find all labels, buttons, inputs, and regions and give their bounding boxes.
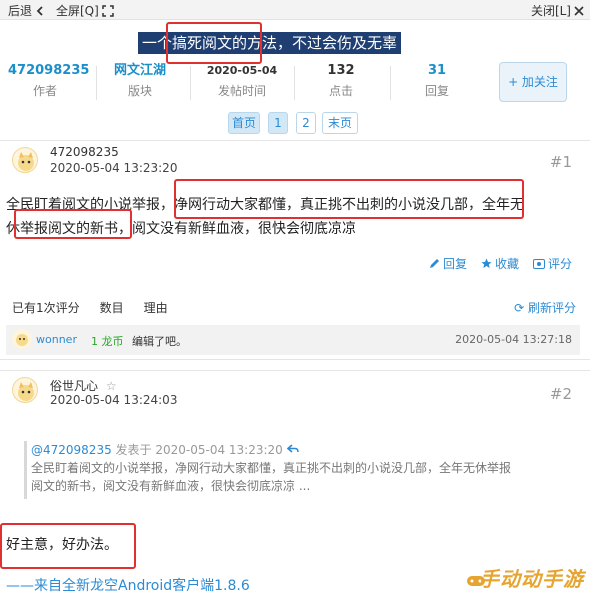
thread-page: 一个搞死阅文的方法，不过会伤及无辜 472098235 作者 网文江湖 版块 2… — [0, 20, 590, 596]
back-label: 后退 — [8, 4, 33, 18]
star-outline-icon: ☆ — [105, 379, 117, 393]
rating-row: wonner 1 龙币 编辑了吧。 2020-05-04 13:27:18 — [6, 325, 580, 355]
floor-number: #1 — [549, 153, 572, 171]
clicks-count: 132 — [327, 63, 355, 78]
rating-reason: 编辑了吧。 — [132, 335, 187, 348]
fullscreen-label: 全屏[Q] — [56, 4, 99, 18]
rating-col-reason: 理由 — [143, 301, 168, 315]
stat-post-time: 2020-05-04 发帖时间 — [204, 62, 280, 99]
follow-button[interactable]: + 加关注 — [499, 62, 567, 102]
favorite-label: 收藏 — [494, 257, 519, 271]
quote-line: 阅文的新书，阅文没有新鲜血液，很快会彻底凉凉 ... — [31, 479, 311, 493]
board-label: 版块 — [127, 84, 152, 98]
post-username[interactable]: 俗世凡心 ☆ — [50, 377, 117, 394]
star-icon — [481, 258, 492, 268]
author-label: 作者 — [32, 84, 57, 98]
cat-avatar-icon — [16, 334, 28, 346]
back-button[interactable]: 后退 — [8, 2, 45, 19]
page-first[interactable]: 首页 — [228, 112, 260, 134]
rating-time: 2020-05-04 13:27:18 — [455, 333, 572, 346]
username-text: 俗世凡心 — [50, 379, 99, 393]
avatar[interactable] — [12, 377, 38, 403]
refresh-label: 刷新评分 — [527, 301, 576, 315]
highlight-box — [14, 209, 132, 239]
fullscreen-button[interactable]: 全屏[Q] — [56, 2, 114, 19]
highlight-box — [174, 179, 524, 219]
post-2: 俗世凡心 ☆ 2020-05-04 13:24:03 #2 @472098235… — [0, 370, 590, 596]
post-username[interactable]: 472098235 — [50, 145, 119, 159]
page-last[interactable]: 末页 — [322, 112, 358, 134]
pagination: 首页 1 2 末页 — [0, 112, 590, 134]
quote-user[interactable]: @472098235 — [31, 443, 112, 457]
rate-button[interactable]: 评分 — [532, 255, 572, 272]
toolbar: 后退 全屏[Q] 关闭[L] — [0, 0, 590, 20]
highlight-box — [166, 22, 262, 64]
quote-line: 全民盯着阅文的小说举报，净网行动大家都懂，真正挑不出刺的小说没几部，全年无休举报 — [31, 461, 512, 475]
rater-avatar[interactable] — [12, 329, 32, 349]
highlight-box — [0, 523, 136, 569]
rating-col-amount: 数目 — [99, 301, 124, 315]
rating-header: 已有1次评分 数目 理由 — [12, 299, 168, 316]
quote-header: @472098235 发表于 2020-05-04 13:23:20 — [31, 441, 574, 459]
author-id: 472098235 — [8, 63, 90, 78]
divider — [294, 66, 295, 100]
favorite-button[interactable]: 收藏 — [481, 255, 519, 272]
close-icon — [574, 5, 584, 16]
client-signature[interactable]: ——来自全新龙空Android客户端1.8.6 — [6, 575, 250, 595]
post-time: 2020-05-04 13:24:03 — [50, 393, 178, 407]
divider — [190, 66, 191, 100]
chevron-left-icon — [36, 5, 43, 16]
post-actions: 回复 收藏 评分 — [429, 255, 572, 272]
pencil-icon — [429, 259, 439, 268]
post-1: 472098235 2020-05-04 13:23:20 #1 全民盯着阅文的… — [0, 140, 590, 360]
cat-avatar-icon — [18, 382, 34, 401]
refresh-icon: ⟳ — [514, 301, 525, 315]
rate-icon — [532, 258, 545, 269]
floor-number: #2 — [549, 385, 572, 403]
replies-count: 31 — [427, 63, 447, 78]
quote-meta: 发表于 2020-05-04 13:23:20 — [115, 443, 283, 457]
board-name: 网文江湖 — [113, 63, 166, 78]
cat-avatar-icon — [18, 152, 34, 171]
stat-author[interactable]: 472098235 作者 — [8, 62, 90, 99]
stat-clicks: 132 点击 — [306, 62, 376, 99]
divider — [390, 66, 391, 100]
post-time: 2020-05-04 — [206, 64, 278, 77]
page-2[interactable]: 2 — [296, 112, 316, 134]
rating-summary: 已有1次评分 — [12, 301, 80, 315]
stat-board[interactable]: 网文江湖 版块 — [106, 62, 174, 99]
rate-label: 评分 — [547, 257, 572, 271]
close-label: 关闭[L] — [530, 4, 571, 18]
replies-label: 回复 — [424, 84, 449, 98]
reply-label: 回复 — [442, 257, 467, 271]
refresh-rating-button[interactable]: ⟳ 刷新评分 — [514, 299, 576, 316]
reply-button[interactable]: 回复 — [429, 255, 467, 272]
quoted-reply: @472098235 发表于 2020-05-04 13:23:20 全民盯着阅… — [24, 441, 574, 499]
post-time-label: 发帖时间 — [217, 84, 266, 98]
avatar[interactable] — [12, 147, 38, 173]
expand-icon — [102, 4, 114, 17]
watermark-logo: 手动动手游 — [479, 567, 584, 591]
page-1[interactable]: 1 — [268, 112, 288, 134]
divider — [96, 66, 97, 100]
reply-arrow-icon[interactable] — [286, 444, 299, 454]
clicks-label: 点击 — [328, 84, 353, 98]
post-time: 2020-05-04 13:23:20 — [50, 161, 178, 175]
stat-replies: 31 回复 — [404, 62, 470, 99]
rating-amount: 1 龙币 — [91, 335, 124, 348]
rater-name[interactable]: wonner — [36, 333, 77, 346]
close-button[interactable]: 关闭[L] — [531, 2, 584, 19]
